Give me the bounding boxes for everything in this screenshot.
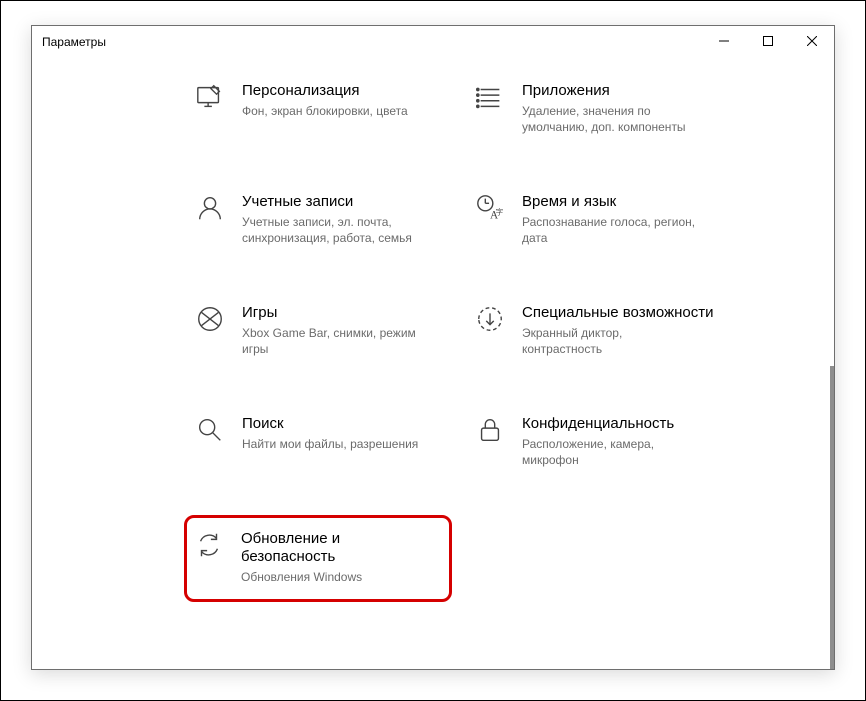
tile-desc: Удаление, значения по умолчанию, доп. ко… (522, 103, 702, 135)
tile-time-language[interactable]: A字 Время и язык Распознавание голоса, ре… (472, 189, 732, 250)
tile-desc: Найти мои файлы, разрешения (242, 436, 418, 452)
search-icon (194, 415, 226, 447)
tile-desc: Обновления Windows (241, 569, 421, 585)
privacy-icon (474, 415, 506, 447)
tile-desc: Учетные записи, эл. почта, синхронизация… (242, 214, 422, 246)
tile-accounts[interactable]: Учетные записи Учетные записи, эл. почта… (192, 189, 452, 250)
title-bar: Параметры (32, 26, 834, 56)
scrollbar-thumb[interactable] (830, 366, 834, 669)
tile-title: Поиск (242, 415, 418, 434)
tile-title: Учетные записи (242, 193, 422, 212)
tile-update-security[interactable]: Обновление и безопасность Обновления Win… (193, 530, 429, 586)
settings-content: Персонализация Фон, экран блокировки, цв… (32, 56, 834, 669)
tile-search[interactable]: Поиск Найти мои файлы, разрешения (192, 411, 452, 472)
accounts-icon (194, 193, 226, 225)
tile-title: Время и язык (522, 193, 702, 212)
highlight-box: Обновление и безопасность Обновления Win… (184, 515, 452, 603)
tile-desc: Xbox Game Bar, снимки, режим игры (242, 325, 422, 357)
maximize-button[interactable] (746, 26, 790, 56)
tile-title: Игры (242, 304, 422, 323)
tile-desc: Расположение, камера, микрофон (522, 436, 702, 468)
tile-personalization[interactable]: Персонализация Фон, экран блокировки, цв… (192, 78, 452, 139)
tile-accessibility[interactable]: Специальные возможности Экранный диктор,… (472, 300, 732, 361)
tile-privacy[interactable]: Конфиденциальность Расположение, камера,… (472, 411, 732, 472)
window-title: Параметры (42, 33, 106, 49)
tile-desc: Экранный диктор, контрастность (522, 325, 702, 357)
settings-window: Параметры Пер (31, 25, 835, 670)
minimize-button[interactable] (702, 26, 746, 56)
personalization-icon (194, 82, 226, 114)
window-controls (702, 26, 834, 56)
apps-icon (474, 82, 506, 114)
tile-title: Специальные возможности (522, 304, 714, 323)
tile-title: Конфиденциальность (522, 415, 702, 434)
tile-desc: Распознавание голоса, регион, дата (522, 214, 702, 246)
tile-title: Персонализация (242, 82, 408, 101)
accessibility-icon (474, 304, 506, 336)
time-language-icon: A字 (474, 193, 506, 225)
tile-gaming[interactable]: Игры Xbox Game Bar, снимки, режим игры (192, 300, 452, 361)
svg-text:字: 字 (496, 207, 504, 217)
tile-title: Приложения (522, 82, 702, 101)
gaming-icon (194, 304, 226, 336)
tile-apps[interactable]: Приложения Удаление, значения по умолчан… (472, 78, 732, 139)
tile-title: Обновление и безопасность (241, 530, 429, 568)
close-button[interactable] (790, 26, 834, 56)
tile-desc: Фон, экран блокировки, цвета (242, 103, 408, 119)
update-icon (193, 530, 225, 562)
